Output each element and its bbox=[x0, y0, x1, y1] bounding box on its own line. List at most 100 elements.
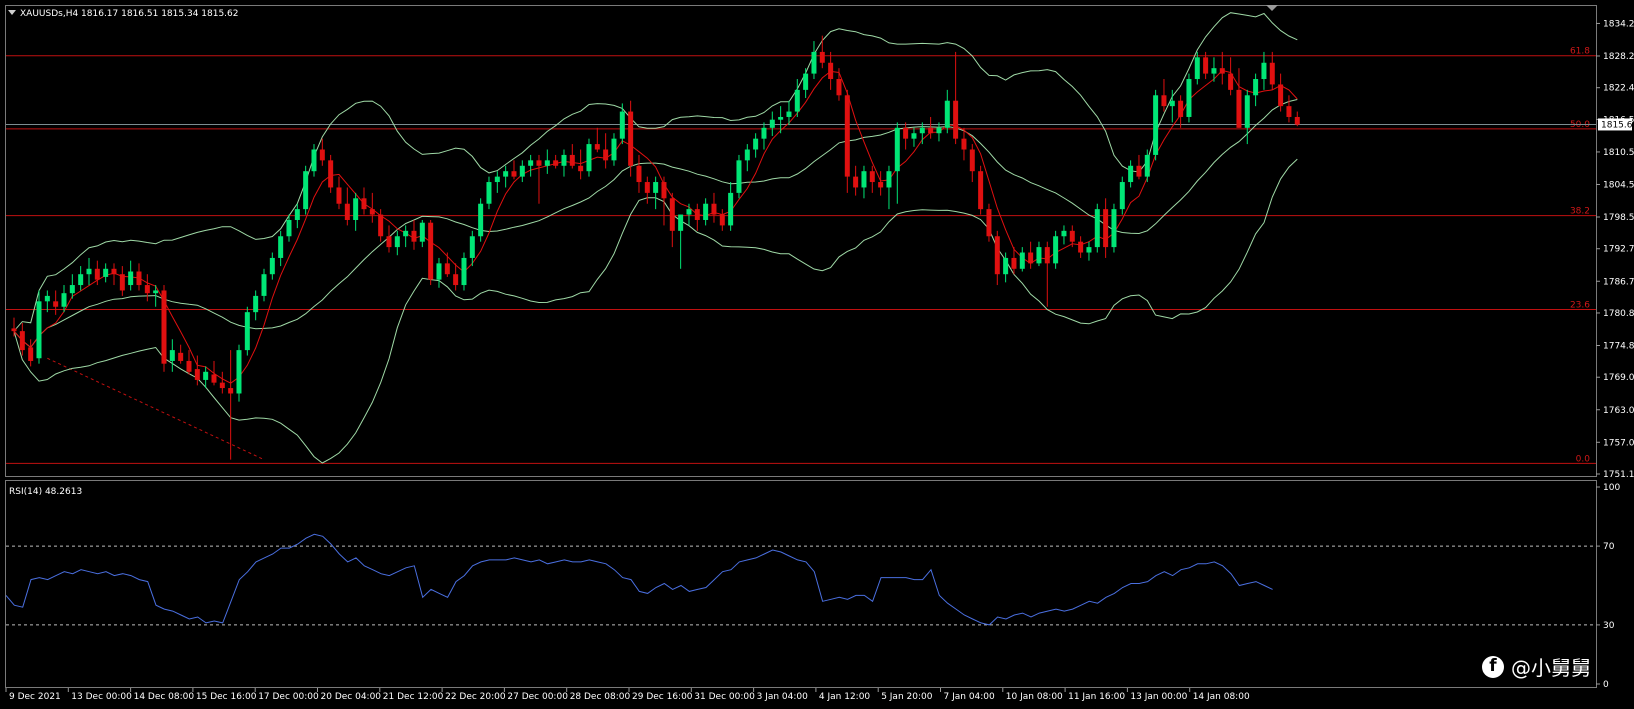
candle-body bbox=[844, 95, 850, 177]
candle-body bbox=[419, 222, 425, 242]
candle-body bbox=[644, 182, 650, 193]
candle[interactable] bbox=[1111, 203, 1117, 253]
candle-body bbox=[853, 176, 859, 188]
candle-body bbox=[1244, 95, 1250, 128]
current-price-label: 1815.62 bbox=[1601, 120, 1634, 130]
price-tick-label: 1769.00 bbox=[1603, 373, 1634, 383]
candle[interactable] bbox=[1094, 203, 1100, 253]
candle-body bbox=[503, 171, 509, 177]
candle-body bbox=[1153, 95, 1159, 155]
candle-body bbox=[236, 350, 242, 394]
candle-body bbox=[1044, 247, 1050, 264]
candle-body bbox=[1136, 165, 1142, 177]
candle-body bbox=[886, 171, 892, 188]
candle[interactable] bbox=[236, 344, 242, 402]
candle-body bbox=[269, 257, 275, 275]
candle-body bbox=[903, 127, 909, 139]
candle[interactable] bbox=[36, 290, 42, 364]
candle-body bbox=[828, 62, 834, 80]
candle-body bbox=[478, 203, 484, 237]
candle-body bbox=[403, 230, 409, 237]
candle-body bbox=[661, 182, 667, 199]
candle-body bbox=[328, 160, 334, 188]
fibo-label: 0.0 bbox=[1576, 454, 1591, 464]
candle[interactable] bbox=[478, 198, 484, 242]
candle-body bbox=[153, 290, 159, 294]
candle-body bbox=[78, 274, 84, 286]
time-tick-label: 5 Jan 20:00 bbox=[881, 692, 933, 702]
candle-body bbox=[511, 171, 517, 177]
candle-body bbox=[311, 149, 317, 172]
candle-body bbox=[161, 290, 167, 364]
candle-body bbox=[1278, 84, 1284, 107]
candle-body bbox=[569, 154, 575, 166]
candle[interactable] bbox=[1053, 230, 1059, 269]
candle-body bbox=[703, 203, 709, 220]
candle[interactable] bbox=[978, 165, 984, 215]
candle[interactable] bbox=[461, 252, 467, 291]
candle-body bbox=[694, 209, 700, 220]
chart-background bbox=[0, 0, 1634, 709]
time-tick-label: 28 Dec 08:00 bbox=[570, 692, 631, 702]
candle-body bbox=[803, 73, 809, 90]
price-tick-label: 1751.15 bbox=[1603, 470, 1634, 480]
candle[interactable] bbox=[328, 154, 334, 193]
candle-body bbox=[594, 144, 600, 150]
candle-body bbox=[586, 144, 592, 172]
candle[interactable] bbox=[161, 285, 167, 372]
candle-body bbox=[1286, 106, 1292, 117]
candle[interactable] bbox=[986, 203, 992, 242]
candle-body bbox=[1111, 209, 1117, 248]
facebook-icon: f bbox=[1482, 655, 1504, 678]
time-tick-label: 9 Dec 2021 bbox=[9, 692, 61, 702]
candle-body bbox=[244, 312, 250, 351]
candle-body bbox=[936, 127, 942, 134]
candle[interactable] bbox=[244, 306, 250, 356]
candle-body bbox=[894, 127, 900, 172]
candle-body bbox=[211, 374, 217, 383]
candle-body bbox=[1194, 57, 1200, 80]
candle-body bbox=[1161, 95, 1167, 107]
price-tick-label: 1804.55 bbox=[1603, 180, 1634, 190]
candle-body bbox=[394, 236, 400, 248]
candle-body bbox=[336, 187, 342, 204]
candle-body bbox=[94, 268, 100, 280]
candle-body bbox=[253, 295, 259, 313]
candle-body bbox=[578, 165, 584, 172]
candle[interactable] bbox=[736, 154, 742, 199]
time-tick-label: 20 Dec 04:00 bbox=[321, 692, 382, 702]
candle-body bbox=[1078, 241, 1084, 253]
candle[interactable] bbox=[1153, 89, 1159, 161]
candle-body bbox=[469, 236, 475, 258]
candle-body bbox=[611, 138, 617, 161]
candle-body bbox=[794, 89, 800, 112]
candle-body bbox=[719, 214, 725, 226]
candle-body bbox=[436, 263, 442, 280]
candle-body bbox=[1003, 257, 1009, 275]
candle[interactable] bbox=[1119, 176, 1125, 215]
candle-body bbox=[994, 236, 1000, 275]
candle-body bbox=[686, 209, 692, 215]
candle-body bbox=[1261, 62, 1267, 80]
candle-body bbox=[536, 160, 542, 166]
rsi-tick-label: 70 bbox=[1603, 542, 1615, 552]
candle-body bbox=[1086, 247, 1092, 253]
candle-body bbox=[544, 160, 550, 166]
candle[interactable] bbox=[303, 165, 309, 215]
candle[interactable] bbox=[1186, 73, 1192, 123]
candle-body bbox=[1094, 209, 1100, 248]
price-chart[interactable]: 61.850.038.223.60.0 1834.251828.251822.4… bbox=[0, 0, 1634, 709]
candle-body bbox=[1228, 73, 1234, 90]
candle-body bbox=[869, 171, 875, 183]
candle-body bbox=[353, 198, 359, 220]
candle-body bbox=[878, 182, 884, 188]
candle-body bbox=[1203, 57, 1209, 74]
rsi-tick-label: 100 bbox=[1603, 483, 1620, 493]
candle[interactable] bbox=[428, 219, 434, 286]
candle[interactable] bbox=[586, 138, 592, 177]
fibo-label: 23.6 bbox=[1570, 300, 1590, 310]
candle-body bbox=[1169, 100, 1175, 107]
candle-body bbox=[53, 301, 59, 307]
candle[interactable] bbox=[628, 100, 634, 177]
time-tick-label: 10 Jan 08:00 bbox=[1006, 692, 1063, 702]
